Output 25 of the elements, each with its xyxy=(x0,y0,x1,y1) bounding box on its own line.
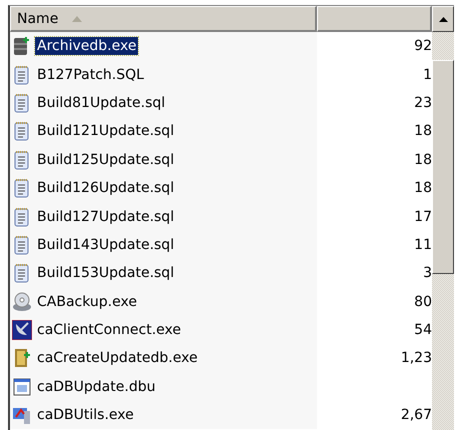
file-size: 1,23 xyxy=(400,350,432,366)
file-size: 18 xyxy=(414,152,432,168)
scroll-thumb[interactable] xyxy=(432,60,454,274)
column-header[interactable] xyxy=(317,6,432,32)
name-column-header[interactable]: Name xyxy=(10,6,317,32)
computer-icon xyxy=(12,405,32,426)
scroll-up-button[interactable] xyxy=(432,6,454,32)
database-icon xyxy=(12,36,32,56)
file-size: 17 xyxy=(414,208,432,225)
column-label: Name xyxy=(17,10,58,26)
file-size: 18 xyxy=(414,123,432,140)
file-size: 2,67 xyxy=(400,407,432,424)
file-size: 54 xyxy=(414,322,432,338)
vertical-scrollbar[interactable] xyxy=(432,5,454,430)
file-size: 1 xyxy=(423,66,432,83)
file-size: 3 xyxy=(423,265,432,282)
file-size: 80 xyxy=(414,294,432,310)
file-size: 11 xyxy=(414,236,432,253)
satellite-dish-icon xyxy=(12,320,32,340)
file-size: 23 xyxy=(414,94,432,111)
database-icon xyxy=(12,348,32,368)
file-name[interactable]: Archivedb.exe xyxy=(35,37,138,56)
file-size: 92 xyxy=(414,38,432,54)
file-size: 18 xyxy=(414,180,432,196)
up-arrow-icon xyxy=(438,16,448,22)
